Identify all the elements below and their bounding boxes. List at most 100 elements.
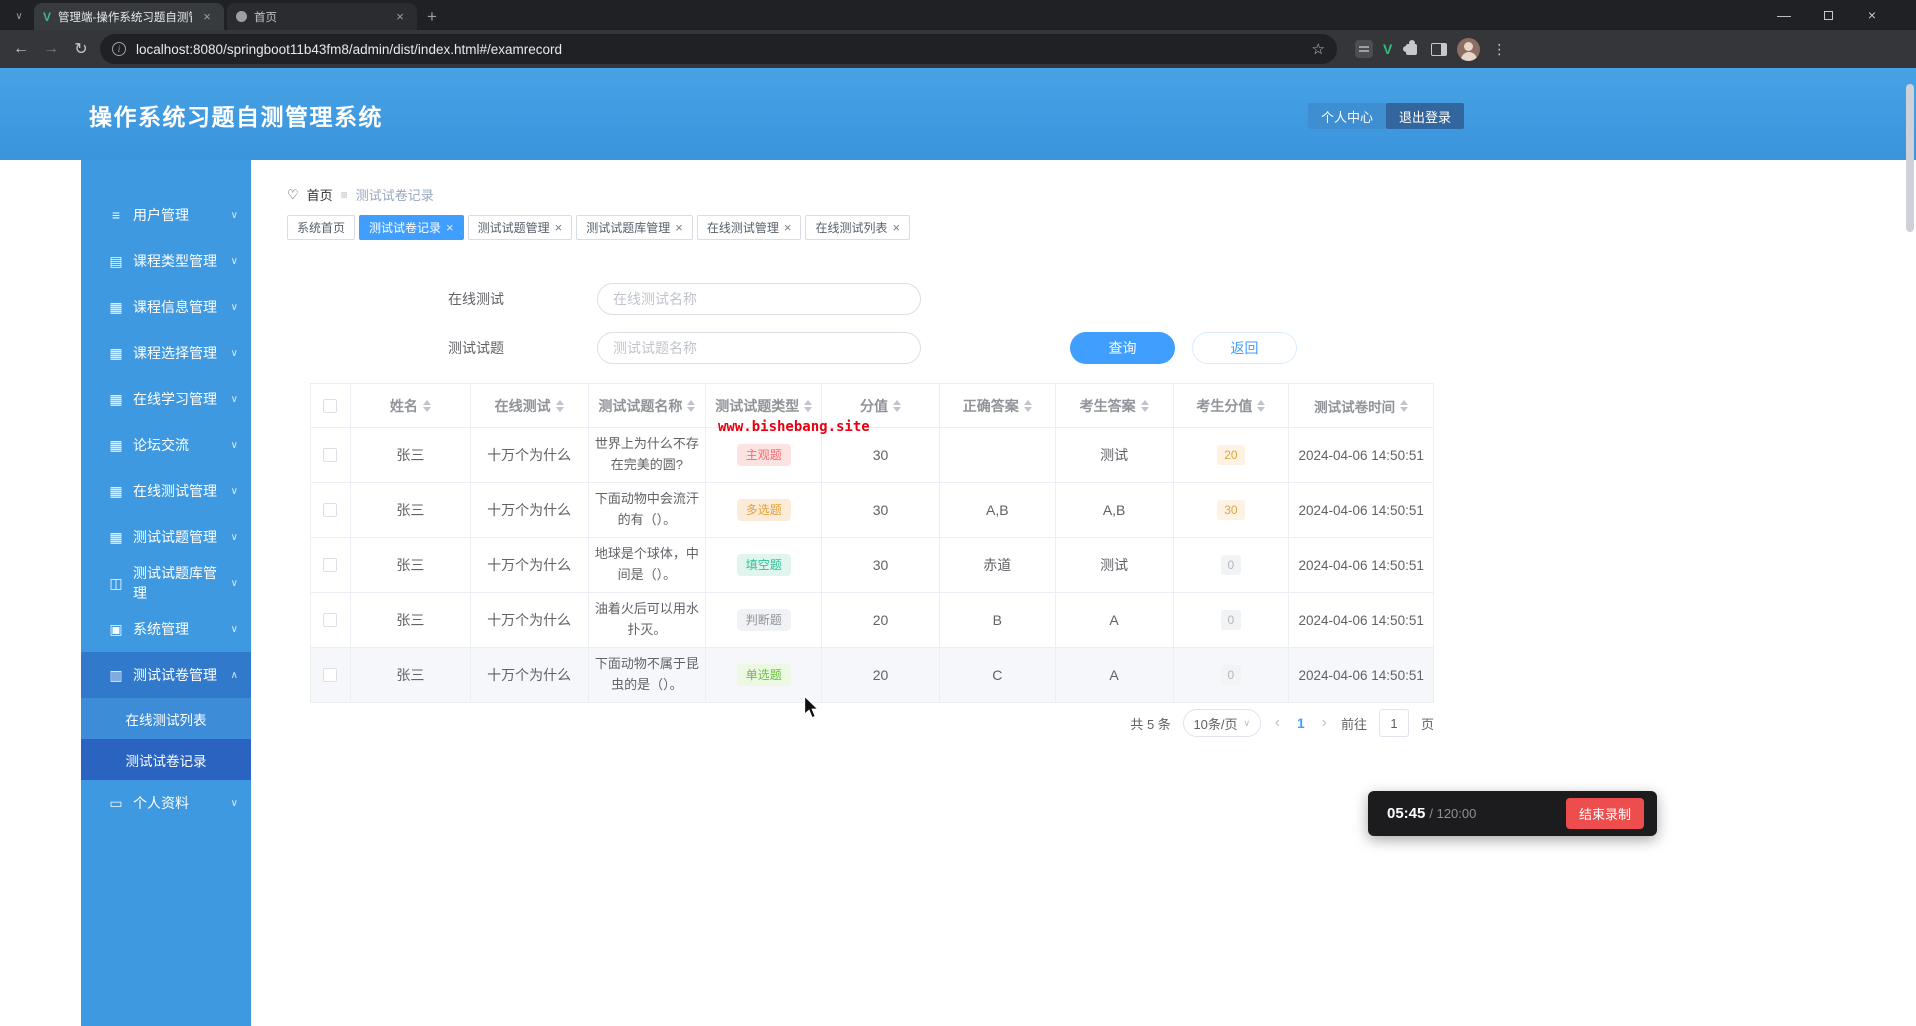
sidebar-item-system-management[interactable]: ▣ 系统管理 ∨ (81, 606, 251, 652)
cell-correct: B (940, 593, 1056, 647)
table-row[interactable]: 张三 十万个为什么 世界上为什么不存在完美的圆? 主观题 30 测试 20 20… (311, 428, 1433, 483)
browser-tab-home[interactable]: 首页 × (227, 3, 417, 30)
online-test-input[interactable] (597, 283, 921, 315)
personal-center-button[interactable]: 个人中心 (1308, 103, 1387, 129)
site-info-icon[interactable]: i (112, 42, 126, 56)
bookmark-star-icon[interactable]: ☆ (1312, 40, 1325, 58)
reload-icon[interactable]: ↻ (66, 34, 96, 64)
type-tag: 主观题 (736, 444, 791, 466)
sort-icon[interactable] (687, 399, 696, 412)
table-row[interactable]: 张三 十万个为什么 地球是个球体，中间是（）。 填空题 30 赤道 测试 0 2… (311, 538, 1433, 593)
row-checkbox[interactable] (323, 558, 338, 572)
sidebar-item-forum[interactable]: ▦ 论坛交流 ∨ (81, 422, 251, 468)
cell-type: 判断题 (706, 593, 823, 647)
page-size-select[interactable]: 10条/页 ∨ (1182, 709, 1261, 737)
column-header-student-score[interactable]: 考生分值 (1174, 384, 1290, 427)
tab-exam-record[interactable]: 测试试卷记录 × (359, 215, 464, 240)
sidebar-subitem-online-test-list[interactable]: 在线测试列表 (81, 698, 251, 739)
close-icon[interactable]: × (199, 9, 215, 25)
tab-system-home[interactable]: 系统首页 (287, 215, 356, 240)
sidebar-item-exam-paper-management[interactable]: ▥ 测试试卷管理 ∧ (81, 652, 251, 698)
column-header-answer[interactable]: 考生答案 (1056, 384, 1174, 427)
row-checkbox[interactable] (323, 613, 338, 627)
table-row[interactable]: 张三 十万个为什么 下面动物不属于昆虫的是（）。 单选题 20 C A 0 20… (311, 648, 1433, 703)
column-header-test[interactable]: 在线测试 (471, 384, 589, 427)
table-row[interactable]: 张三 十万个为什么 下面动物中会流汗的有（）。 多选题 30 A,B A,B 3… (311, 483, 1433, 538)
back-button[interactable]: 返回 (1192, 332, 1297, 364)
breadcrumb-home[interactable]: 首页 (307, 185, 333, 204)
cell-student-score: 0 (1174, 538, 1290, 592)
sidebar-item-online-test[interactable]: ▦ 在线测试管理 ∨ (81, 468, 251, 514)
column-header-name[interactable]: 姓名 (351, 384, 471, 427)
close-icon[interactable]: × (675, 221, 683, 234)
prev-page-icon[interactable]: ‹ (1273, 715, 1282, 731)
chevron-down-icon: ∨ (230, 577, 238, 589)
column-header-time[interactable]: 测试试卷时间 (1289, 384, 1433, 427)
browser-menu-icon[interactable]: ⋮ (1492, 41, 1506, 58)
tab-search-icon[interactable]: ∨ (8, 5, 30, 27)
question-input[interactable] (597, 332, 921, 364)
sort-icon[interactable] (804, 399, 813, 412)
tab-title: 管理端-操作系统习题自测管理 (58, 11, 192, 24)
sidebar-item-profile[interactable]: ▭ 个人资料 ∨ (81, 780, 251, 826)
sort-icon[interactable] (422, 399, 431, 412)
vue-extension-icon[interactable]: V (1383, 41, 1392, 57)
breadcrumb-current: 测试试卷记录 (355, 188, 434, 203)
close-icon[interactable]: × (446, 221, 454, 234)
exam-record-table: 姓名 在线测试 测试试题名称 测试试题类型 分值 正确答案 考生答案 考生分值 … (310, 383, 1434, 703)
tab-online-test-management[interactable]: 在线测试管理 × (696, 215, 802, 240)
stop-recording-button[interactable]: 结束录制 (1565, 798, 1644, 829)
cell-student-score: 0 (1174, 593, 1290, 647)
row-checkbox[interactable] (323, 503, 338, 517)
extension-icon[interactable] (1355, 40, 1373, 58)
sort-icon[interactable] (1400, 399, 1409, 412)
forward-icon[interactable]: → (36, 34, 66, 64)
sort-icon[interactable] (555, 399, 564, 412)
goto-page-input[interactable] (1378, 709, 1409, 737)
close-icon[interactable]: × (555, 221, 563, 234)
sidebar-subitem-exam-record[interactable]: 测试试卷记录 (81, 739, 251, 780)
table-row[interactable]: 张三 十万个为什么 油着火后可以用水扑灭。 判断题 20 B A 0 2024-… (311, 593, 1433, 648)
next-page-icon[interactable]: › (1320, 715, 1329, 731)
sidebar-item-question-management[interactable]: ▦ 测试试题管理 ∨ (81, 514, 251, 560)
sort-icon[interactable] (1023, 399, 1032, 412)
sidebar-item-course-type[interactable]: ▤ 课程类型管理 ∨ (81, 238, 251, 284)
sidebar-item-online-learning[interactable]: ▦ 在线学习管理 ∨ (81, 376, 251, 422)
logout-button[interactable]: 退出登录 (1386, 103, 1465, 129)
course-info-icon: ▦ (109, 298, 123, 315)
url-text[interactable]: localhost:8080/springboot11b43fm8/admin/… (136, 42, 1302, 57)
tab-online-test-list[interactable]: 在线测试列表 × (805, 215, 911, 240)
sidebar-item-user-management[interactable]: ≡ 用户管理 ∨ (81, 192, 251, 238)
close-icon[interactable]: × (1850, 0, 1894, 30)
close-icon[interactable]: × (392, 9, 408, 25)
side-panel-icon[interactable] (1431, 42, 1448, 56)
sort-icon[interactable] (893, 399, 901, 412)
scrollbar-thumb[interactable] (1906, 84, 1914, 232)
new-tab-icon[interactable]: + (427, 8, 437, 25)
close-icon[interactable]: × (892, 221, 900, 234)
cell-type: 填空题 (706, 538, 823, 592)
current-page[interactable]: 1 (1294, 716, 1308, 731)
sidebar-item-course-info[interactable]: ▦ 课程信息管理 ∨ (81, 284, 251, 330)
back-icon[interactable]: ← (6, 34, 36, 64)
cell-answer: A (1056, 648, 1174, 702)
profile-avatar[interactable] (1457, 37, 1481, 61)
address-bar[interactable]: i localhost:8080/springboot11b43fm8/admi… (100, 34, 1337, 64)
sidebar-item-question-bank[interactable]: ◫ 测试试题库管理 ∨ (81, 560, 251, 606)
row-checkbox[interactable] (323, 668, 338, 682)
sidebar-item-course-select[interactable]: ▦ 课程选择管理 ∨ (81, 330, 251, 376)
extensions-puzzle-icon[interactable] (1402, 40, 1418, 55)
minimize-icon[interactable]: — (1762, 0, 1806, 30)
select-all-checkbox[interactable] (323, 398, 338, 413)
browser-tab-admin[interactable]: V 管理端-操作系统习题自测管理 × (34, 3, 224, 30)
sort-icon[interactable] (1257, 399, 1266, 412)
sort-icon[interactable] (1140, 399, 1149, 412)
close-icon[interactable]: × (784, 221, 792, 234)
column-header-question[interactable]: 测试试题名称 (589, 384, 707, 427)
tab-question-bank[interactable]: 测试试题库管理 × (576, 215, 693, 240)
tab-question-management[interactable]: 测试试题管理 × (467, 215, 573, 240)
maximize-icon[interactable] (1806, 0, 1850, 30)
row-checkbox[interactable] (323, 448, 338, 462)
search-button[interactable]: 查询 (1070, 332, 1175, 364)
column-header-correct[interactable]: 正确答案 (940, 384, 1056, 427)
